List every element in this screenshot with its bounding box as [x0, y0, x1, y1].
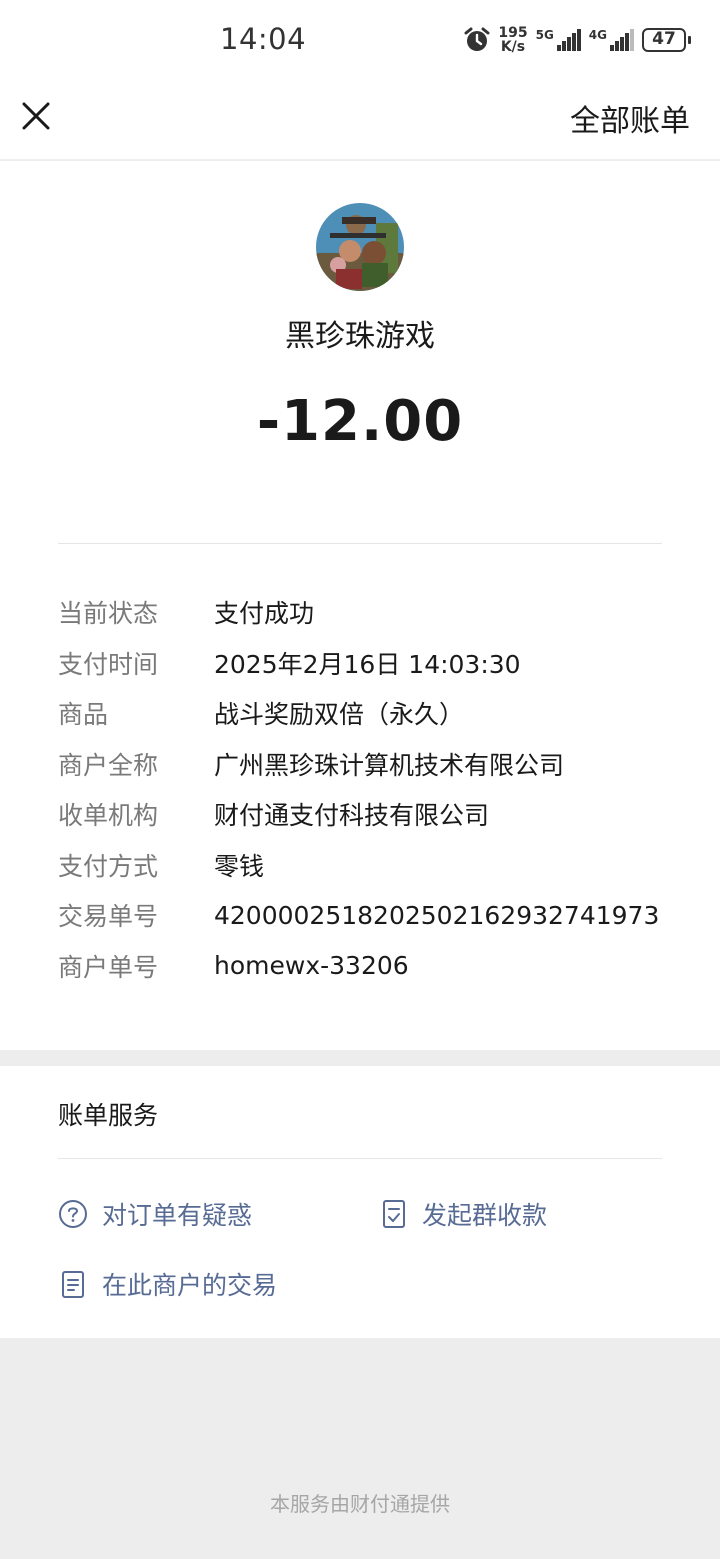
merchant-trades-label: 在此商户的交易: [102, 1271, 278, 1300]
detail-value[interactable]: 4200002518202502162932741973: [214, 901, 659, 930]
signal-bar: [576, 29, 581, 51]
bill-detail-card: 黑珍珠游戏 -12.00 当前状态 支付成功 支付时间 2025年2月16日 1…: [0, 161, 720, 1050]
document-list-icon: [62, 1271, 84, 1298]
detail-label: 商户单号: [58, 952, 159, 982]
signal-5g-label: 5G: [535, 28, 554, 42]
detail-row-merchant-fullname: 商户全称 广州黑珍珠计算机技术有限公司: [58, 739, 662, 790]
game-logo-image: [316, 203, 404, 291]
detail-row-payment-method: 支付方式 零钱: [58, 840, 662, 891]
signal-bar: [571, 33, 576, 51]
group-collect-label: 发起群收款: [422, 1201, 548, 1230]
signal-bar: [630, 29, 634, 51]
battery-level: 47: [652, 29, 676, 49]
detail-label: 商户全称: [58, 750, 159, 780]
speed-value: 195: [498, 25, 528, 41]
all-bills-link[interactable]: 全部账单: [570, 96, 690, 140]
signal-bar: [556, 45, 561, 51]
detail-label: 交易单号: [58, 902, 159, 932]
detail-label: 支付时间: [58, 649, 159, 679]
signal-5g: 5G: [536, 29, 581, 51]
status-time: 14:04: [220, 22, 307, 56]
merchant-name: 黑珍珠游戏: [285, 319, 435, 354]
signal-4g-label: 4G: [588, 28, 607, 42]
detail-label: 商品: [58, 700, 109, 730]
footer-provider-text: 本服务由财付通提供: [270, 1492, 450, 1516]
detail-value: 2025年2月16日 14:03:30: [214, 649, 521, 679]
signal-bar: [620, 37, 624, 51]
status-icons: 195 K/s 5G 4G 47: [464, 24, 691, 56]
document-check-icon: [383, 1200, 405, 1228]
detail-label: 支付方式: [58, 851, 159, 881]
question-circle-icon: [59, 1200, 87, 1228]
order-question-link[interactable]: 对订单有疑惑: [58, 1196, 252, 1232]
merchant-avatar: [316, 203, 404, 291]
detail-label: 当前状态: [58, 599, 159, 629]
detail-row-transaction-id: 交易单号 4200002518202502162932741973: [58, 890, 662, 941]
detail-value: 支付成功: [214, 599, 315, 629]
detail-value: 广州黑珍珠计算机技术有限公司: [214, 750, 565, 780]
detail-row-time: 支付时间 2025年2月16日 14:03:30: [58, 638, 662, 689]
services-title: 账单服务: [58, 1101, 159, 1130]
signal-bar: [625, 33, 629, 51]
alarm-icon: [464, 27, 490, 51]
battery-indicator: 47: [642, 28, 691, 52]
detail-value[interactable]: homewx-33206: [214, 951, 409, 980]
order-question-label: 对订单有疑惑: [102, 1201, 253, 1230]
status-bar: 14:04 195 K/s 5G 4G 47: [0, 0, 720, 80]
divider: [58, 1158, 662, 1159]
header: 全部账单: [0, 80, 720, 160]
group-collect-link[interactable]: 发起群收款: [380, 1196, 547, 1232]
detail-value: 零钱: [214, 851, 265, 881]
detail-label: 收单机构: [58, 801, 159, 831]
signal-bar: [566, 37, 571, 51]
detail-row-acquirer: 收单机构 财付通支付科技有限公司: [58, 789, 662, 840]
divider: [58, 543, 662, 544]
signal-bar: [610, 45, 614, 51]
bill-services: 账单服务 对订单有疑惑 发起群收款 在此商户的交易: [0, 1066, 720, 1338]
detail-row-product: 商品 战斗奖励双倍（永久）: [58, 688, 662, 739]
signal-bar: [615, 41, 619, 51]
speed-unit: K/s: [500, 39, 526, 55]
detail-row-merchant-order-id: 商户单号 homewx-33206: [58, 941, 662, 992]
detail-row-status: 当前状态 支付成功: [58, 587, 662, 638]
detail-value: 财付通支付科技有限公司: [214, 801, 490, 831]
detail-value: 战斗奖励双倍（永久）: [214, 700, 465, 730]
close-icon[interactable]: [18, 98, 54, 134]
bill-details: 当前状态 支付成功 支付时间 2025年2月16日 14:03:30 商品 战斗…: [58, 587, 662, 991]
signal-4g: 4G: [589, 29, 634, 51]
payment-amount: -12.00: [256, 389, 464, 454]
merchant-trades-link[interactable]: 在此商户的交易: [58, 1266, 277, 1302]
network-speed: 195 K/s: [498, 26, 527, 54]
signal-bar: [561, 41, 566, 51]
